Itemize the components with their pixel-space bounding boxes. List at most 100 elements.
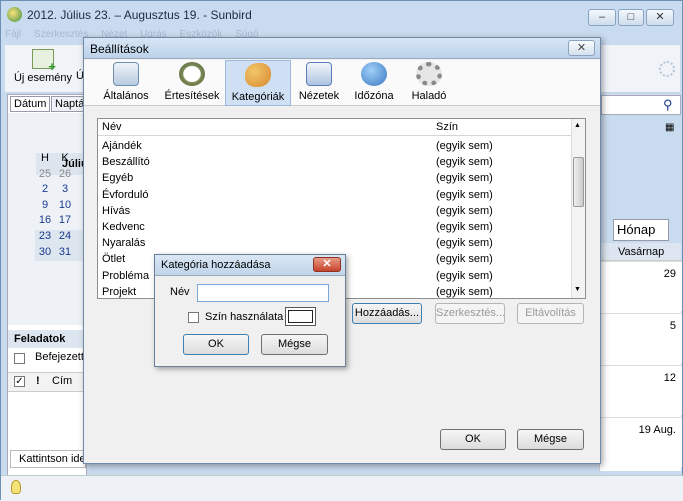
status-bar [1,475,683,501]
preferences-cancel-button[interactable]: Mégse [517,429,584,450]
add-category-ok-button[interactable]: OK [183,334,249,355]
minical-day[interactable]: 31 [55,246,75,258]
month-grid: 29 5 12 19 Aug. [599,261,682,471]
minical-day[interactable]: 23 [35,230,55,242]
lightbulb-icon [11,480,21,494]
add-category-cancel-button[interactable]: Mégse [261,334,328,355]
timezone-globe-icon [361,62,387,86]
column-color[interactable]: Szín [436,121,458,133]
minical-day[interactable]: 10 [55,199,75,211]
minical-day[interactable]: 2 [35,183,55,195]
minical-day[interactable]: 16 [35,214,55,226]
minical-week: 9 10 [35,199,85,215]
add-category-title: Kategória hozzáadása [161,259,271,271]
category-row[interactable]: Hívás (egyik sem) [98,203,571,219]
day-cell[interactable]: 29 [600,261,682,311]
preferences-title: Beállítások [90,42,149,56]
preferences-titlebar: Beállítások ✕ [84,38,600,59]
tab-calendars[interactable]: Naptá [51,96,87,112]
categories-scrollbar[interactable]: ▲ ▼ [571,119,585,298]
tab-timezones[interactable]: Időzóna [347,60,401,106]
maximize-button[interactable]: □ [618,9,644,26]
tab-advanced[interactable]: Haladó [404,60,454,106]
gear-icon [416,62,442,86]
menu-edit[interactable]: Szerkesztés [34,29,88,40]
remove-category-button[interactable]: Eltávolítás [517,303,584,324]
category-row[interactable]: Ajándék (egyik sem) [98,138,571,154]
new-event-label: Új esemény [13,72,73,84]
alarm-clock-icon [179,62,205,86]
preferences-tab-bar: Általános Értesítések Kategóriák Nézetek… [84,60,600,106]
day-cell[interactable]: 19 Aug. [600,417,682,467]
show-completed-checkbox[interactable] [14,353,25,364]
scroll-up-icon[interactable]: ▲ [574,122,581,129]
add-category-dialog: Kategória hozzáadása ✕ Név Szín használa… [154,254,346,367]
window-title: 2012. Július 23. – Augusztus 19. - Sunbi… [27,8,252,22]
minical-day[interactable]: 9 [35,199,55,211]
tab-alarms[interactable]: Értesítések [159,60,225,106]
calendar-options-icon[interactable]: ▦ [665,122,674,133]
tab-views[interactable]: Nézetek [294,60,344,106]
categories-list-header: Név Szín [98,119,571,136]
minical-day[interactable]: 17 [55,214,75,226]
category-name-input[interactable] [197,284,329,302]
mini-calendar: HK 25 26 23 9 10 16 17 23 24 30 31 [35,152,85,287]
new-event-icon: + [32,49,56,73]
menu-file[interactable]: Fájl [5,29,21,40]
day-cell[interactable]: 5 [600,313,682,363]
preferences-dialog: Beállítások ✕ Általános Értesítések Kate… [83,37,601,464]
add-category-close-button[interactable]: ✕ [313,257,341,272]
color-swatch [288,310,313,323]
tab-general[interactable]: Általános [96,60,156,106]
use-color-checkbox[interactable] [188,312,199,323]
category-row[interactable]: Nyaralás (egyik sem) [98,235,571,251]
views-icon [306,62,332,86]
day-cell[interactable]: 12 [600,365,682,415]
scroll-down-icon[interactable]: ▼ [574,286,581,293]
sunbird-logo-icon [7,7,22,22]
search-icon[interactable]: ⚲ [663,97,673,113]
minical-week: 16 17 [35,214,85,230]
minical-week: 23 24 [35,229,85,246]
weekday-header: K [61,152,69,164]
minical-week: 23 [35,183,85,199]
tab-categories[interactable]: Kategóriák [225,60,291,106]
tab-month[interactable]: Hónap [613,219,669,241]
minical-week: 30 31 [35,245,85,262]
minical-week: 25 26 [35,168,85,184]
quick-add-task-input[interactable]: Kattintson ide [10,450,86,468]
preferences-ok-button[interactable]: OK [440,429,506,450]
use-color-label: Szín használata [205,311,284,323]
column-name[interactable]: Név [102,121,122,133]
minical-day[interactable]: 25 [35,168,55,180]
add-category-titlebar: Kategória hozzáadása ✕ [155,255,345,276]
close-window-button[interactable]: ✕ [646,9,674,26]
add-category-button[interactable]: Hozzáadás... [352,303,422,324]
task-title-column[interactable]: Cím [52,375,72,387]
preferences-close-button[interactable]: ✕ [568,40,595,56]
show-completed-label: Befejezett [35,351,84,363]
minical-weekday-row: HK [35,152,85,168]
new-event-button[interactable]: + Új esemény [8,47,78,91]
sunday-header: Vasárnap [618,246,665,258]
category-row[interactable]: Egyéb (egyik sem) [98,170,571,186]
palette-icon [245,63,271,87]
category-row[interactable]: Beszállító (egyik sem) [98,154,571,170]
priority-icon: ! [36,375,40,387]
tab-date[interactable]: Dátum [10,96,50,112]
edit-category-button[interactable]: Szerkesztés... [435,303,505,324]
minical-day[interactable]: 24 [55,230,75,242]
minical-day[interactable]: 26 [55,168,75,180]
general-icon [113,62,139,86]
color-picker-button[interactable] [285,307,316,326]
weekday-header: H [41,152,49,164]
minical-day[interactable]: 30 [35,246,55,258]
category-name-label: Név [170,286,190,298]
category-row[interactable]: Évforduló (egyik sem) [98,187,571,203]
task-done-column-checkbox[interactable]: ✓ [14,376,25,387]
minical-day[interactable]: 3 [55,183,75,195]
category-row[interactable]: Kedvenc (egyik sem) [98,219,571,235]
tasks-header: Feladatok [8,330,86,348]
scrollbar-thumb[interactable] [573,157,584,207]
minimize-button[interactable]: – [588,9,616,26]
